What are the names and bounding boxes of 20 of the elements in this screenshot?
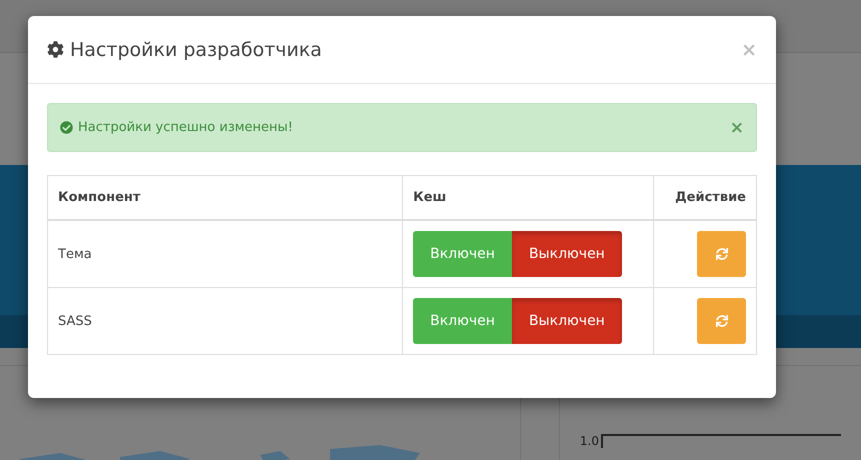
- refresh-icon: [716, 315, 728, 327]
- refresh-icon: [716, 248, 728, 260]
- check-icon: [60, 121, 73, 134]
- refresh-button[interactable]: [697, 298, 746, 344]
- axis-label: 1.0: [580, 434, 599, 448]
- close-button[interactable]: ×: [730, 118, 744, 138]
- settings-icon: [47, 41, 64, 58]
- table-cell: SASS: [48, 288, 403, 354]
- disable-button[interactable]: Выключен: [512, 298, 622, 344]
- enable-button[interactable]: Включен: [413, 231, 512, 277]
- column-header: Кеш: [402, 176, 654, 220]
- alert-text: Настройки успешно изменены!: [78, 120, 294, 135]
- column-header: Действие: [654, 176, 756, 220]
- disable-button[interactable]: Выключен: [512, 231, 622, 277]
- enable-button[interactable]: Включен: [413, 298, 512, 344]
- refresh-button[interactable]: [697, 231, 746, 277]
- modal-title: Настройки разработчика: [70, 38, 323, 60]
- column-header: Компонент: [48, 176, 403, 220]
- close-button[interactable]: ×: [741, 38, 757, 60]
- table-cell: Тема: [48, 220, 403, 288]
